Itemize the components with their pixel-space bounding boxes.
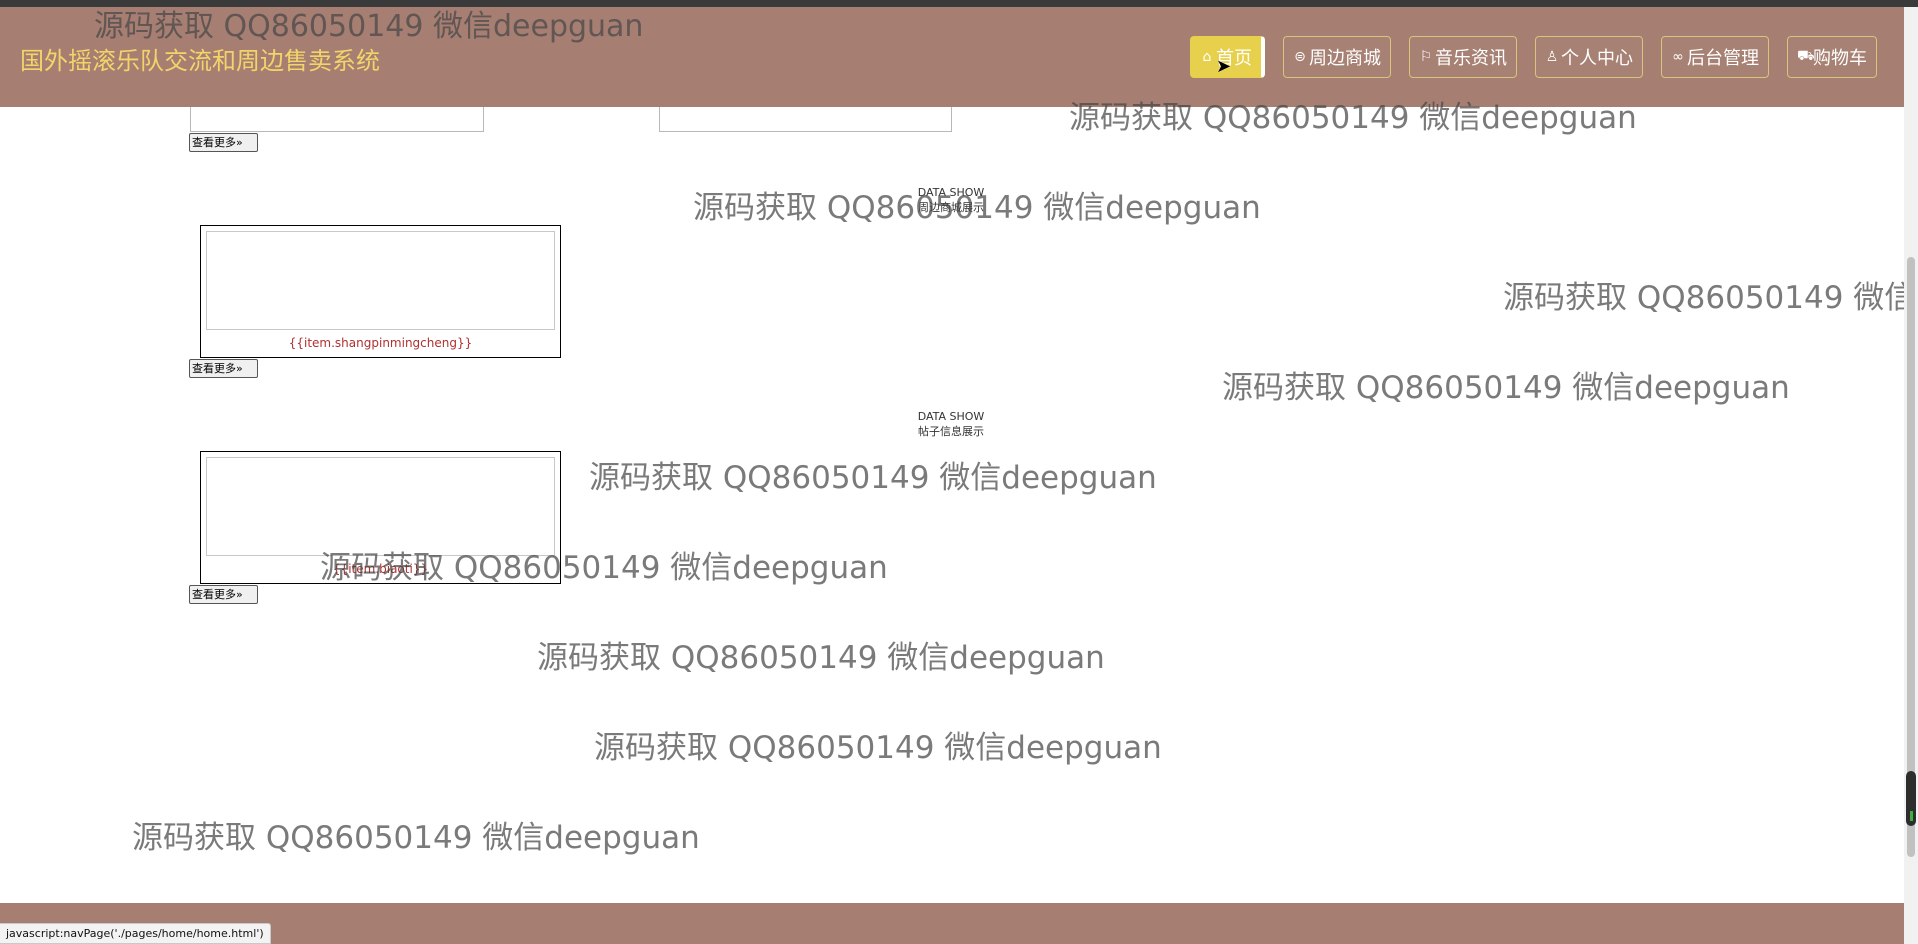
double-chevron-icon: » <box>236 136 243 149</box>
home-icon: ⌂ <box>1202 49 1212 65</box>
more-button-top[interactable]: 查看更多» <box>189 133 258 152</box>
nav-admin[interactable]: ∞ 后台管理 <box>1661 36 1769 78</box>
nav-news[interactable]: ⚐ 音乐资讯 <box>1409 36 1517 78</box>
scrollbar-thumb[interactable] <box>1907 257 1915 857</box>
watermark-text: 源码获取 QQ86050149 微信deepguan <box>1069 100 1637 136</box>
watermark-text: 源码获取 QQ86050149 微信deepguan <box>589 460 1157 496</box>
nav-cart[interactable]: ⛟ 购物车 <box>1787 36 1877 78</box>
nav-admin-label: 后台管理 <box>1687 48 1759 69</box>
more-button-label: 查看更多 <box>192 362 236 375</box>
site-footer <box>0 903 1904 944</box>
nav-shop-label: 周边商城 <box>1309 48 1381 69</box>
more-button-goods[interactable]: 查看更多» <box>189 359 258 378</box>
user-icon: ♙ <box>1545 49 1559 65</box>
nav-shop[interactable]: ⊜ 周边商城 <box>1283 36 1391 78</box>
posts-section-heading: DATA SHOW 帖子信息展示 <box>891 409 1011 439</box>
watermark-text: 源码获取 QQ86050149 微信deepguan <box>94 9 644 44</box>
nav-profile-label: 个人中心 <box>1561 48 1633 69</box>
card-partial-left[interactable] <box>190 107 484 132</box>
page-scrollbar[interactable] <box>1904 7 1918 944</box>
watermark-text: 源码获取 QQ86050149 微信deepguan <box>320 550 888 586</box>
cart-icon: ⛟ <box>1797 48 1815 64</box>
shop-icon: ⊜ <box>1294 49 1306 65</box>
more-button-posts[interactable]: 查看更多» <box>189 585 258 604</box>
more-button-label: 查看更多 <box>192 136 236 149</box>
scroll-indicator-icon <box>1906 771 1916 826</box>
watermark-text: 源码获取 QQ86050149 微信deepguan <box>537 640 1105 676</box>
goods-image <box>206 231 555 330</box>
goods-name: {{item.shangpinmingcheng}} <box>288 336 473 350</box>
card-partial-right[interactable] <box>659 107 952 132</box>
watermark-text: 源码获取 QQ86050149 微信deepguan <box>1222 370 1790 406</box>
site-title: 国外摇滚乐队交流和周边售卖系统 <box>20 47 380 75</box>
double-chevron-icon: » <box>236 588 243 601</box>
posts-section-title: 帖子信息展示 <box>918 425 984 438</box>
link-icon: ∞ <box>1672 49 1684 65</box>
nav-news-label: 音乐资讯 <box>1435 48 1507 69</box>
flag-icon: ⚐ <box>1419 49 1433 65</box>
watermark-text: 源码获取 QQ86050149 微信deepguan <box>1503 280 1918 316</box>
watermark-text: 源码获取 QQ86050149 微信deepguan <box>132 820 700 856</box>
main-nav: ⌂ 首页 ⊜ 周边商城 ⚐ 音乐资讯 ♙ 个人中心 ∞ 后台管理 ⛟ 购物车 <box>1190 36 1877 78</box>
nav-profile[interactable]: ♙ 个人中心 <box>1535 36 1643 78</box>
more-button-label: 查看更多 <box>192 588 236 601</box>
posts-section-en: DATA SHOW <box>917 410 985 423</box>
watermark-text: 源码获取 QQ86050149 微信deepguan <box>594 730 1162 766</box>
browser-status-bar: javascript:navPage('./pages/home/home.ht… <box>0 923 271 944</box>
mouse-cursor-icon: ➤ <box>1216 56 1232 77</box>
watermark-text: 源码获取 QQ86050149 微信deepguan <box>693 190 1261 226</box>
nav-cart-label: 购物车 <box>1813 48 1867 69</box>
goods-card[interactable]: {{item.shangpinmingcheng}} <box>200 225 561 358</box>
double-chevron-icon: » <box>236 362 243 375</box>
